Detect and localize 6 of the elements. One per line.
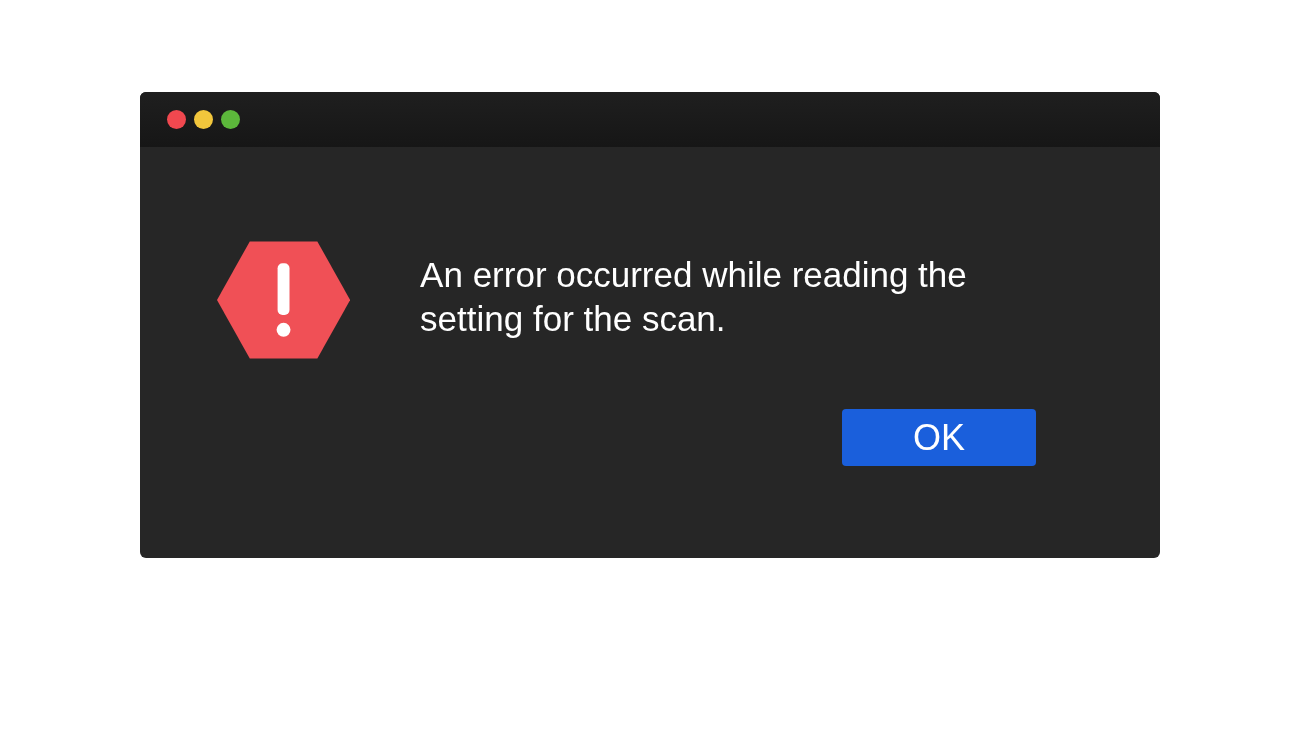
error-message: An error occurred while reading the setting for the scan. xyxy=(420,254,968,340)
minimize-button[interactable] xyxy=(194,110,213,129)
close-button[interactable] xyxy=(167,110,186,129)
ok-button[interactable]: OK xyxy=(842,409,1036,466)
zoom-button[interactable] xyxy=(221,110,240,129)
warning-icon xyxy=(217,241,351,359)
